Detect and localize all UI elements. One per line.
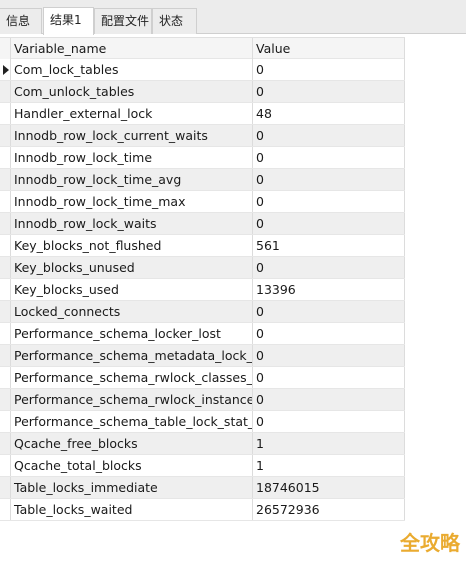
- table-row[interactable]: Com_unlock_tables 0: [0, 81, 405, 103]
- cell-variable-name[interactable]: Com_lock_tables: [11, 59, 253, 80]
- cell-value[interactable]: 0: [253, 59, 405, 80]
- cell-value[interactable]: 1: [253, 433, 405, 454]
- table-row[interactable]: Innodb_row_lock_time_avg 0: [0, 169, 405, 191]
- cell-variable-name[interactable]: Innodb_row_lock_time_avg: [11, 169, 253, 190]
- row-marker-cell[interactable]: [0, 59, 11, 80]
- cell-variable-name[interactable]: Com_unlock_tables: [11, 81, 253, 102]
- cell-value[interactable]: 1: [253, 455, 405, 476]
- tab-profile[interactable]: 配置文件: [94, 8, 152, 34]
- table-row[interactable]: Com_lock_tables 0: [0, 59, 405, 81]
- cell-value[interactable]: 0: [253, 367, 405, 388]
- cell-value[interactable]: 0: [253, 257, 405, 278]
- row-marker-cell[interactable]: [0, 499, 11, 520]
- row-marker-cell[interactable]: [0, 257, 11, 278]
- cell-variable-name[interactable]: Key_blocks_not_flushed: [11, 235, 253, 256]
- table-row[interactable]: Innodb_row_lock_waits 0: [0, 213, 405, 235]
- cell-variable-name[interactable]: Innodb_row_lock_current_waits: [11, 125, 253, 146]
- cell-variable-name[interactable]: Performance_schema_table_lock_stat_lost: [11, 411, 253, 432]
- table-row[interactable]: Key_blocks_unused 0: [0, 257, 405, 279]
- table-row[interactable]: Key_blocks_not_flushed 561: [0, 235, 405, 257]
- table-row[interactable]: Innodb_row_lock_time 0: [0, 147, 405, 169]
- cell-variable-name[interactable]: Innodb_row_lock_time: [11, 147, 253, 168]
- cell-value[interactable]: 0: [253, 169, 405, 190]
- tab-info[interactable]: 信息: [0, 8, 42, 34]
- row-marker-cell[interactable]: [0, 455, 11, 476]
- row-marker-cell[interactable]: [0, 367, 11, 388]
- watermark-logo: 全攻略: [400, 531, 460, 555]
- table-row[interactable]: Qcache_total_blocks 1: [0, 455, 405, 477]
- cell-variable-name[interactable]: Innodb_row_lock_waits: [11, 213, 253, 234]
- cell-value[interactable]: 0: [253, 147, 405, 168]
- table-row[interactable]: Performance_schema_rwlock_classes_lost 0: [0, 367, 405, 389]
- row-marker-cell[interactable]: [0, 433, 11, 454]
- row-marker-cell[interactable]: [0, 191, 11, 212]
- cell-variable-name[interactable]: Table_locks_immediate: [11, 477, 253, 498]
- row-marker-cell[interactable]: [0, 301, 11, 322]
- table-row[interactable]: Handler_external_lock 48: [0, 103, 405, 125]
- tab-status[interactable]: 状态: [152, 8, 197, 34]
- tab-result-1[interactable]: 结果1: [43, 7, 94, 35]
- grid-header-row: Variable_name Value: [0, 37, 405, 59]
- row-marker-cell[interactable]: [0, 389, 11, 410]
- row-marker-cell[interactable]: [0, 147, 11, 168]
- row-marker-cell[interactable]: [0, 477, 11, 498]
- row-marker-cell[interactable]: [0, 345, 11, 366]
- row-marker-cell[interactable]: [0, 279, 11, 300]
- cell-value[interactable]: 26572936: [253, 499, 405, 520]
- cell-variable-name[interactable]: Key_blocks_unused: [11, 257, 253, 278]
- cell-variable-name[interactable]: Table_locks_waited: [11, 499, 253, 520]
- row-marker-cell[interactable]: [0, 235, 11, 256]
- column-header-value[interactable]: Value: [253, 38, 405, 59]
- row-marker-cell[interactable]: [0, 81, 11, 102]
- cell-variable-name[interactable]: Handler_external_lock: [11, 103, 253, 124]
- cell-variable-name[interactable]: Performance_schema_locker_lost: [11, 323, 253, 344]
- row-marker-cell[interactable]: [0, 411, 11, 432]
- column-header-variable-name[interactable]: Variable_name: [11, 38, 253, 59]
- result-grid[interactable]: Variable_name Value Com_lock_tables 0 Com_…: [0, 37, 405, 521]
- table-row[interactable]: Table_locks_immediate 18746015: [0, 477, 405, 499]
- cell-variable-name[interactable]: Performance_schema_rwlock_classes_lost: [11, 367, 253, 388]
- table-row[interactable]: Performance_schema_locker_lost 0: [0, 323, 405, 345]
- row-marker-cell[interactable]: [0, 169, 11, 190]
- cell-value[interactable]: 0: [253, 345, 405, 366]
- cell-variable-name[interactable]: Qcache_free_blocks: [11, 433, 253, 454]
- table-row[interactable]: Performance_schema_metadata_lock_lost 0: [0, 345, 405, 367]
- cell-value[interactable]: 0: [253, 191, 405, 212]
- table-row[interactable]: Innodb_row_lock_current_waits 0: [0, 125, 405, 147]
- table-row[interactable]: Performance_schema_rwlock_instances_lo 0: [0, 389, 405, 411]
- cell-value[interactable]: 0: [253, 81, 405, 102]
- table-row[interactable]: Performance_schema_table_lock_stat_lost 0: [0, 411, 405, 433]
- cell-value[interactable]: 0: [253, 213, 405, 234]
- cell-variable-name[interactable]: Locked_connects: [11, 301, 253, 322]
- cell-value[interactable]: 0: [253, 323, 405, 344]
- cell-value[interactable]: 0: [253, 411, 405, 432]
- cell-variable-name[interactable]: Performance_schema_metadata_lock_lost: [11, 345, 253, 366]
- row-marker-cell[interactable]: [0, 323, 11, 344]
- cell-value[interactable]: 13396: [253, 279, 405, 300]
- cell-value[interactable]: 0: [253, 389, 405, 410]
- result-tab-bar: 信息 结果1 配置文件 状态: [0, 0, 466, 35]
- table-row[interactable]: Locked_connects 0: [0, 301, 405, 323]
- cell-value[interactable]: 561: [253, 235, 405, 256]
- table-row[interactable]: Qcache_free_blocks 1: [0, 433, 405, 455]
- cell-value[interactable]: 48: [253, 103, 405, 124]
- row-marker-cell[interactable]: [0, 125, 11, 146]
- cell-value[interactable]: 18746015: [253, 477, 405, 498]
- table-row[interactable]: Innodb_row_lock_time_max 0: [0, 191, 405, 213]
- current-row-triangle-icon: [3, 65, 9, 75]
- header-marker-cell: [0, 38, 11, 59]
- table-row[interactable]: Table_locks_waited 26572936: [0, 499, 405, 521]
- table-row[interactable]: Key_blocks_used 13396: [0, 279, 405, 301]
- cell-variable-name[interactable]: Key_blocks_used: [11, 279, 253, 300]
- cell-value[interactable]: 0: [253, 125, 405, 146]
- row-marker-cell[interactable]: [0, 213, 11, 234]
- cell-variable-name[interactable]: Innodb_row_lock_time_max: [11, 191, 253, 212]
- cell-value[interactable]: 0: [253, 301, 405, 322]
- cell-variable-name[interactable]: Performance_schema_rwlock_instances_lo: [11, 389, 253, 410]
- row-marker-cell[interactable]: [0, 103, 11, 124]
- cell-variable-name[interactable]: Qcache_total_blocks: [11, 455, 253, 476]
